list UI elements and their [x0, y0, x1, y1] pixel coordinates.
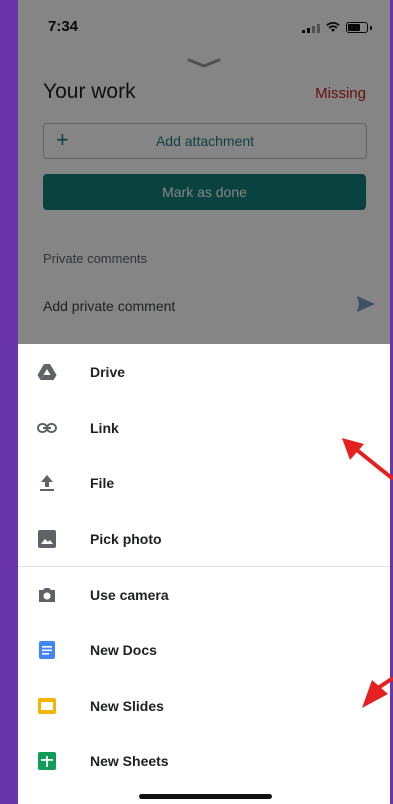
- upload-icon: [40, 475, 54, 491]
- sheet-item-new-docs[interactable]: New Docs: [18, 622, 390, 677]
- sheet-item-label: Drive: [90, 364, 126, 380]
- sheet-item-label: New Slides: [90, 698, 164, 714]
- sheet-item-label: New Docs: [90, 642, 157, 658]
- sheet-item-file[interactable]: File: [18, 455, 390, 510]
- sheet-item-new-sheets[interactable]: New Sheets: [18, 733, 390, 788]
- camera-icon: [39, 588, 55, 602]
- sheet-item-link[interactable]: Link: [18, 400, 390, 455]
- phone-screen: 7:34 Your work Missing + Add attachment …: [18, 0, 390, 804]
- slides-icon: [38, 698, 56, 714]
- annotation-arrow-upper: [342, 438, 393, 481]
- sheet-item-new-slides[interactable]: New Slides: [18, 678, 390, 733]
- sheet-item-label: New Sheets: [90, 753, 169, 769]
- attachment-sheet: Drive Link File Pick photo Use camera Ne…: [18, 344, 390, 804]
- sheets-icon: [38, 752, 56, 770]
- home-indicator[interactable]: [139, 794, 272, 799]
- annotation-arrow-lower: [362, 676, 393, 708]
- sheet-item-label: File: [90, 475, 115, 491]
- sheet-item-pick-photo[interactable]: Pick photo: [18, 511, 390, 566]
- link-icon: [37, 423, 57, 433]
- drive-icon: [37, 364, 57, 380]
- image-icon: [38, 530, 56, 548]
- sheet-item-label: Pick photo: [90, 531, 162, 547]
- dim-overlay[interactable]: [18, 0, 390, 344]
- docs-icon: [39, 641, 55, 659]
- sheet-item-label: Use camera: [90, 587, 169, 603]
- sheet-item-use-camera[interactable]: Use camera: [18, 567, 390, 622]
- sheet-item-drive[interactable]: Drive: [18, 344, 390, 399]
- sheet-item-label: Link: [90, 420, 119, 436]
